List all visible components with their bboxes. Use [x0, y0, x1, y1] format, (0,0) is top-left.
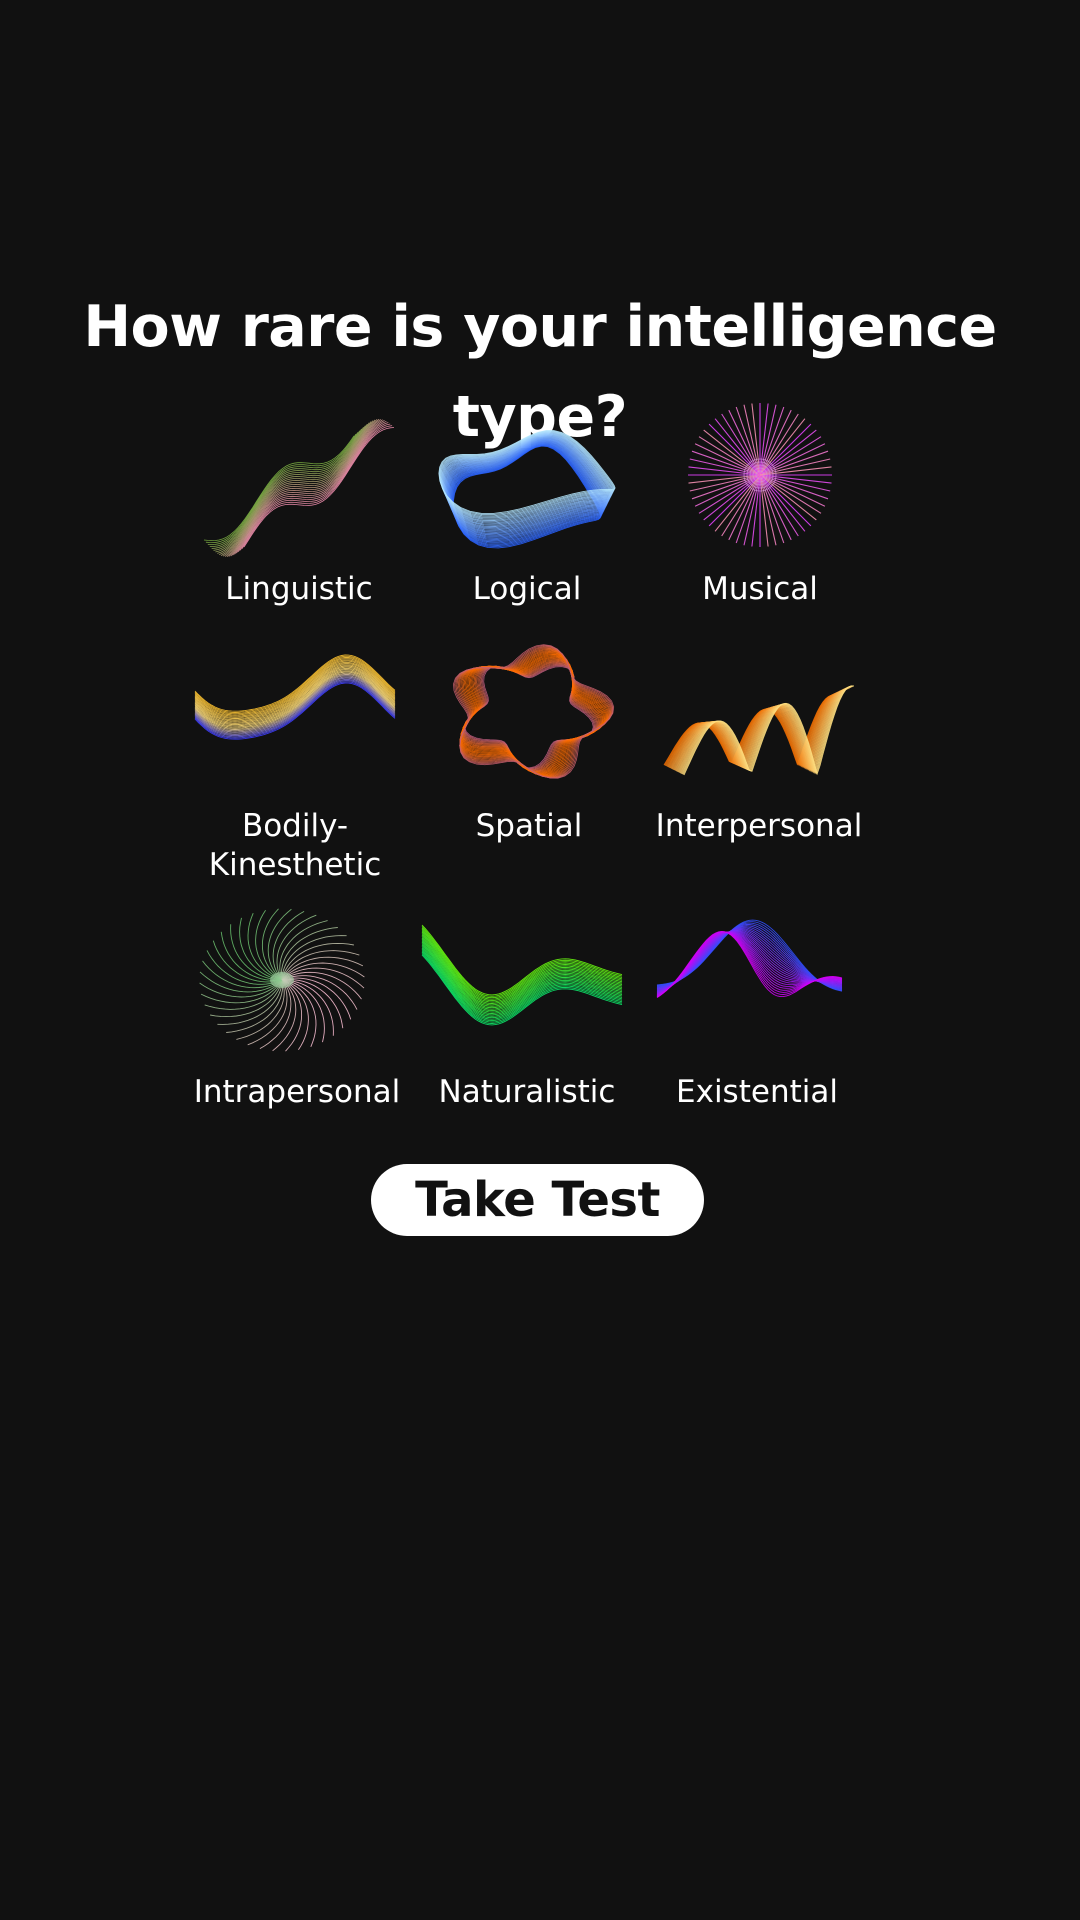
type-card-musical[interactable]: Musical: [645, 390, 875, 610]
type-label-musical: Musical: [702, 571, 818, 607]
existential-wave-icon: [642, 895, 872, 1075]
type-card-logical[interactable]: Logical: [412, 390, 642, 610]
musical-starburst-icon: [645, 390, 875, 570]
spatial-ring-icon: [414, 625, 644, 805]
type-card-linguistic[interactable]: Linguistic: [184, 390, 414, 610]
type-label-existential: Existential: [676, 1074, 838, 1110]
type-label-bodily-kinesthetic: Bodily- Kinesthetic: [208, 808, 382, 883]
type-card-interpersonal[interactable]: Interpersonal: [644, 625, 874, 845]
type-label-logical: Logical: [472, 571, 582, 607]
type-card-existential[interactable]: Existential: [642, 895, 872, 1115]
linguistic-wave-icon: [184, 390, 414, 570]
type-card-naturalistic[interactable]: Naturalistic: [412, 895, 642, 1115]
type-card-bodily-kinesthetic[interactable]: Bodily- Kinesthetic: [180, 625, 410, 885]
type-card-spatial[interactable]: Spatial: [414, 625, 644, 845]
logical-wave-icon: [412, 390, 642, 570]
intrapersonal-burst-icon: [182, 895, 412, 1075]
type-label-interpersonal: Interpersonal: [655, 808, 863, 844]
interpersonal-wave-icon: [644, 625, 874, 805]
bodily-kinesthetic-wave-icon: [180, 625, 410, 805]
intelligence-screen: How rare is your intelligence type? Ling…: [0, 0, 1080, 1920]
naturalistic-ribbon-icon: [412, 895, 642, 1075]
type-card-intrapersonal[interactable]: Intrapersonal: [182, 895, 412, 1115]
take-test-button[interactable]: Take Test: [371, 1164, 704, 1236]
